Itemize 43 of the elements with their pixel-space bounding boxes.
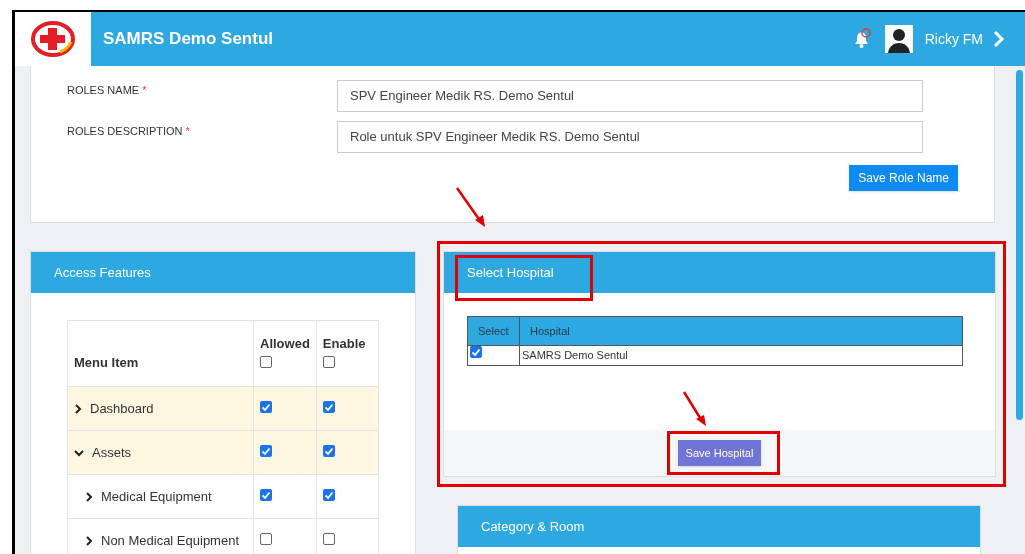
checkbox[interactable] bbox=[322, 444, 335, 457]
cross-logo-icon bbox=[30, 20, 76, 58]
checkbox[interactable] bbox=[470, 346, 482, 358]
chevron-right-icon[interactable] bbox=[85, 491, 93, 502]
menu-item-label: Non Medical Equipment bbox=[101, 531, 240, 550]
required-mark: * bbox=[142, 83, 147, 98]
annotation-arrow bbox=[455, 186, 487, 228]
checkbox[interactable] bbox=[260, 356, 272, 368]
menu-item-label: Dashboard bbox=[90, 399, 154, 418]
checkbox[interactable] bbox=[322, 488, 335, 501]
save-role-name-button[interactable]: Save Role Name bbox=[849, 165, 958, 191]
card-header: Category & Room bbox=[458, 506, 980, 547]
checkbox[interactable] bbox=[322, 532, 335, 545]
field-label: ROLES DESCRIPTION bbox=[67, 124, 183, 139]
checkbox[interactable] bbox=[322, 400, 335, 413]
user-name[interactable]: Ricky FM bbox=[924, 28, 983, 50]
required-mark: * bbox=[185, 124, 190, 139]
text-field[interactable]: Role untuk SPV Engineer Medik RS. Demo Sentul bbox=[337, 121, 923, 153]
avatar-icon bbox=[884, 25, 913, 53]
column-header: Select bbox=[478, 324, 509, 337]
column-header: Menu Item bbox=[74, 354, 139, 370]
checkbox[interactable] bbox=[260, 400, 272, 413]
menu-item-label: Medical Equipment bbox=[101, 487, 212, 506]
save-hospital-button[interactable]: Save Hospital bbox=[677, 440, 762, 466]
card-header: Select Hospital bbox=[444, 252, 995, 293]
checkbox[interactable] bbox=[260, 532, 272, 545]
chevron-right-icon[interactable] bbox=[74, 403, 82, 414]
table-cell: SAMRS Demo Sentul bbox=[522, 349, 628, 362]
column-header: Enable bbox=[322, 334, 366, 353]
menu-item-label: Assets bbox=[92, 443, 131, 462]
scrollbar-thumb[interactable] bbox=[1016, 70, 1023, 420]
checkbox[interactable] bbox=[322, 356, 335, 368]
app-title: SAMRS Demo Sentul bbox=[103, 28, 274, 51]
field-label: ROLES NAME bbox=[67, 83, 140, 98]
chevron-right-icon[interactable] bbox=[85, 535, 93, 546]
chevron-down-icon[interactable] bbox=[74, 448, 84, 457]
column-header: Allowed bbox=[260, 334, 310, 353]
checkbox[interactable] bbox=[260, 488, 272, 501]
column-header: Hospital bbox=[530, 324, 570, 337]
text-field[interactable]: SPV Engineer Medik RS. Demo Sentul bbox=[337, 80, 923, 112]
checkbox[interactable] bbox=[260, 444, 272, 457]
card-header: Access Features bbox=[31, 252, 415, 293]
annotation-arrow bbox=[682, 390, 708, 427]
